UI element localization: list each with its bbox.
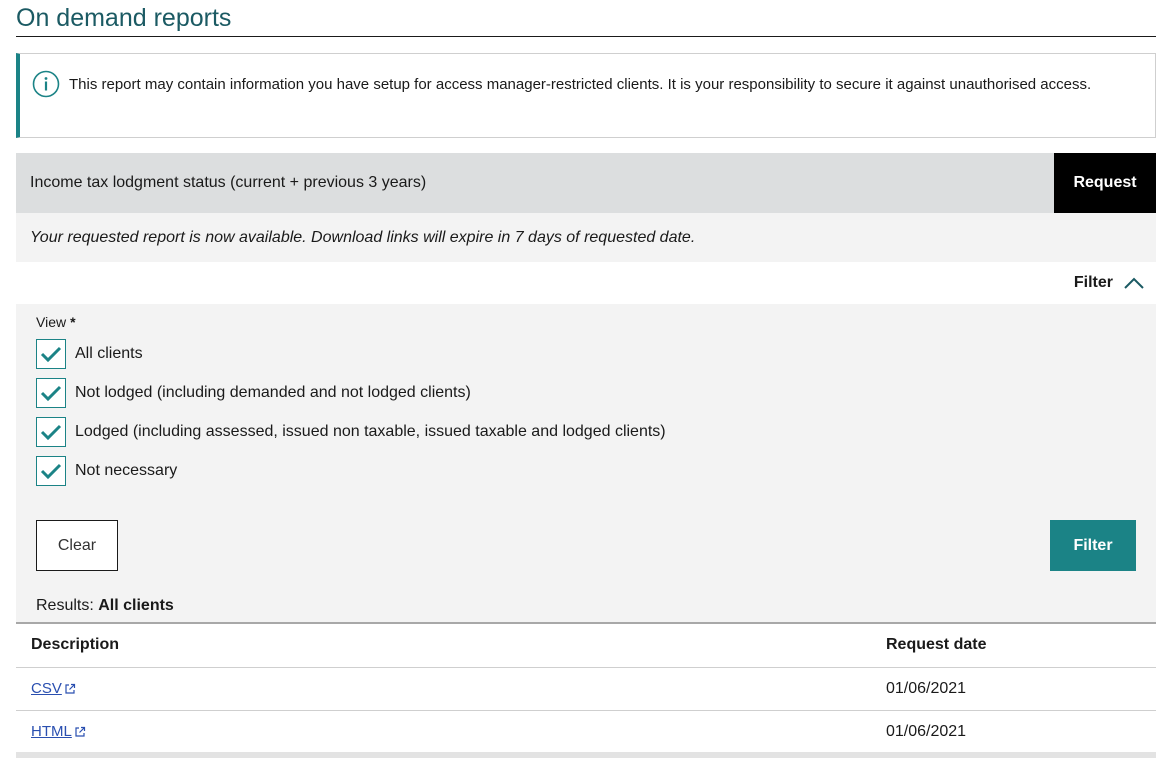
csv-download-link[interactable]: CSV bbox=[31, 680, 76, 697]
checkbox-not-lodged[interactable]: Not lodged (including demanded and not l… bbox=[36, 378, 471, 408]
checkmark-icon bbox=[40, 463, 62, 480]
checkmark-icon bbox=[40, 385, 62, 402]
column-header-description[interactable]: Description bbox=[31, 636, 119, 654]
table-top-divider bbox=[16, 622, 1156, 624]
checkmark-icon bbox=[40, 424, 62, 441]
clear-button[interactable]: Clear bbox=[36, 520, 118, 571]
checkbox-all-clients[interactable]: All clients bbox=[36, 339, 143, 369]
checkbox-label: Lodged (including assessed, issued non t… bbox=[75, 423, 666, 440]
checkbox-label: Not lodged (including demanded and not l… bbox=[75, 384, 471, 401]
column-header-request-date[interactable]: Request date bbox=[886, 636, 986, 654]
checkbox[interactable] bbox=[36, 456, 66, 486]
report-row: Income tax lodgment status (current + pr… bbox=[16, 153, 1156, 213]
view-label: View * bbox=[36, 314, 76, 330]
checkbox[interactable] bbox=[36, 417, 66, 447]
results-value: All clients bbox=[98, 597, 174, 614]
checkbox-label: Not necessary bbox=[75, 462, 178, 479]
checkmark-icon bbox=[40, 346, 62, 363]
checkbox[interactable] bbox=[36, 339, 66, 369]
html-download-link[interactable]: HTML bbox=[31, 723, 86, 740]
request-date-cell: 01/06/2021 bbox=[886, 680, 967, 697]
row-divider bbox=[16, 710, 1156, 711]
report-available-notice: Your requested report is now available. … bbox=[16, 213, 1156, 262]
notice-text: Your requested report is now available. … bbox=[30, 229, 696, 246]
info-circle-icon bbox=[32, 70, 60, 98]
results-summary: Results: All clients bbox=[36, 597, 174, 614]
checkbox-label: All clients bbox=[75, 345, 143, 362]
checkbox[interactable] bbox=[36, 378, 66, 408]
checkbox-lodged[interactable]: Lodged (including assessed, issued non t… bbox=[36, 417, 666, 447]
checkbox-not-necessary[interactable]: Not necessary bbox=[36, 456, 177, 486]
report-name: Income tax lodgment status (current + pr… bbox=[30, 174, 427, 191]
filter-toggle[interactable]: Filter bbox=[1074, 272, 1145, 294]
request-button[interactable]: Request bbox=[1054, 153, 1156, 213]
row-divider bbox=[16, 667, 1156, 668]
info-alert-text: This report may contain information you … bbox=[69, 76, 1092, 93]
filter-button[interactable]: Filter bbox=[1050, 520, 1136, 571]
info-alert: This report may contain information you … bbox=[16, 53, 1156, 138]
page-title: On demand reports bbox=[16, 4, 232, 32]
filter-panel: View * All clients Not lodged (including … bbox=[16, 304, 1156, 622]
title-divider bbox=[16, 36, 1156, 37]
table-bottom-bar bbox=[16, 752, 1156, 758]
request-date-cell: 01/06/2021 bbox=[886, 723, 967, 740]
filter-toggle-label: Filter bbox=[1073, 274, 1113, 291]
external-link-icon bbox=[75, 726, 85, 737]
chevron-up-icon bbox=[1123, 276, 1145, 290]
external-link-icon bbox=[65, 683, 75, 694]
required-marker: * bbox=[70, 314, 76, 330]
